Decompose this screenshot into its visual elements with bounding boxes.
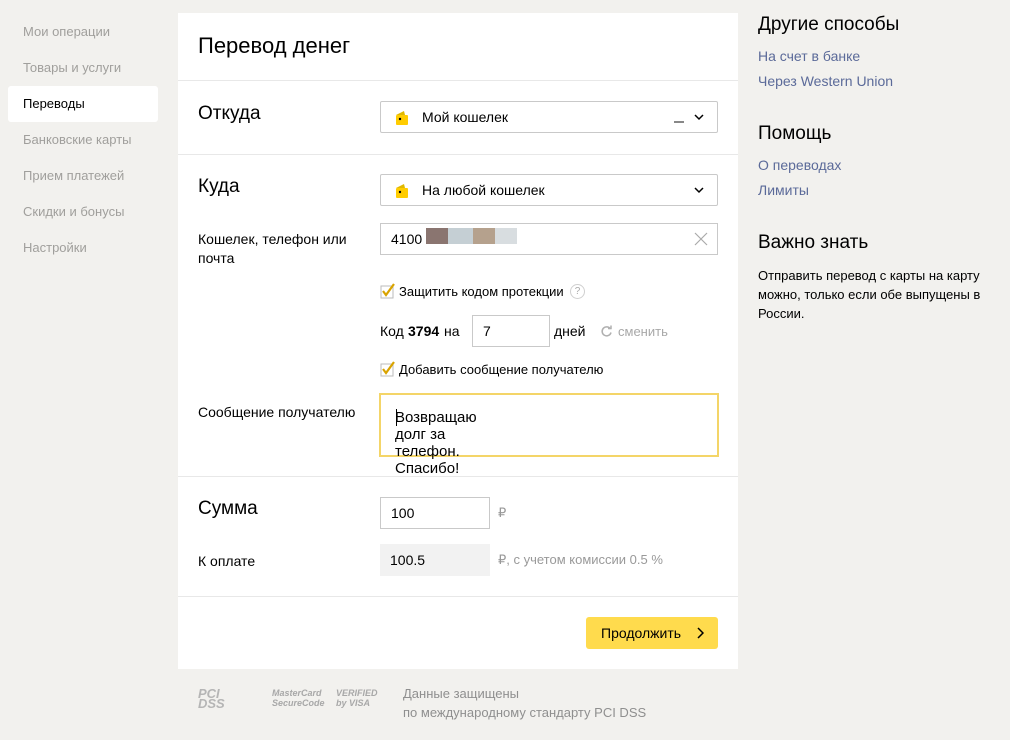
days-label: дней xyxy=(554,323,586,339)
from-label: Откуда xyxy=(198,103,261,124)
bank-account-link[interactable]: На счет в банке xyxy=(758,48,860,64)
limits-link[interactable]: Лимиты xyxy=(758,182,809,198)
sum-input[interactable]: 100 xyxy=(380,497,490,529)
recipient-input-value: 4100 xyxy=(391,231,423,247)
sum-label: Сумма xyxy=(198,498,258,519)
from-select-value: Мой кошелек xyxy=(422,109,509,125)
wallet-icon xyxy=(396,111,408,125)
code-on-text: на xyxy=(444,323,460,339)
clear-icon[interactable] xyxy=(693,231,709,247)
add-message-checkbox-row[interactable]: Добавить сообщение получателю xyxy=(380,361,620,379)
chevron-down-icon xyxy=(694,114,704,121)
verified-by-visa-logo: VERIFIED by VISA xyxy=(336,688,378,708)
protect-label: Защитить кодом протекции xyxy=(399,284,564,299)
days-input-value: 7 xyxy=(483,323,491,339)
sum-input-value: 100 xyxy=(391,505,415,521)
sidebar-nav: Мои операции Товары и услуги Переводы Ба… xyxy=(8,14,158,266)
divider xyxy=(178,476,738,477)
change-code-link[interactable]: сменить xyxy=(618,324,668,339)
checkbox-checked-icon[interactable] xyxy=(380,361,396,377)
wallet-icon xyxy=(396,184,408,198)
redacted-block xyxy=(495,228,517,244)
redacted-block xyxy=(448,228,473,244)
divider xyxy=(178,596,738,597)
page-title: Перевод денег xyxy=(198,33,351,58)
chevron-down-icon xyxy=(694,187,704,194)
chevron-right-icon xyxy=(697,627,704,639)
code-prefix: Код xyxy=(380,323,404,339)
protection-code: 3794 xyxy=(408,323,440,339)
help-icon[interactable]: ? xyxy=(570,284,585,299)
divider xyxy=(178,80,738,81)
sidebar-item-bank-cards[interactable]: Банковские карты xyxy=(8,122,158,158)
help-title: Помощь xyxy=(758,123,832,144)
currency-symbol: ₽ xyxy=(498,505,507,520)
dash-mark xyxy=(674,121,684,123)
sidebar-item-transfers[interactable]: Переводы xyxy=(8,86,158,122)
message-label: Сообщение получателю xyxy=(198,404,356,420)
security-note-line2: по международному стандарту PCI DSS xyxy=(403,705,647,720)
text-caret xyxy=(396,409,397,426)
sidebar-item-payments[interactable]: Прием платежей xyxy=(8,158,158,194)
add-message-label: Добавить сообщение получателю xyxy=(399,362,604,377)
mastercard-securecode-logo: MasterCard SecureCode xyxy=(272,688,325,708)
from-select[interactable]: Мой кошелек xyxy=(380,101,718,133)
to-label: Куда xyxy=(198,176,240,197)
sidebar-item-settings[interactable]: Настройки xyxy=(8,230,158,266)
refresh-icon[interactable] xyxy=(600,325,613,338)
message-textarea[interactable]: Возвращаю долг за телефон. Спасибо! xyxy=(379,393,719,477)
commission-text: ₽, с учетом комиссии 0.5 % xyxy=(498,552,663,567)
message-text: Возвращаю долг за телефон. Спасибо! xyxy=(395,409,477,477)
about-transfers-link[interactable]: О переводах xyxy=(758,157,841,173)
redacted-block xyxy=(473,228,495,244)
pay-label: К оплате xyxy=(198,553,256,569)
western-union-link[interactable]: Через Western Union xyxy=(758,73,893,89)
redacted-block xyxy=(426,228,448,244)
protection-code-row: Код 3794 на 7 дней сменить xyxy=(380,315,720,347)
to-select[interactable]: На любой кошелек xyxy=(380,174,718,206)
days-input[interactable]: 7 xyxy=(472,315,550,347)
important-text: Отправить перевод с карты на карту можно… xyxy=(758,268,981,321)
checkbox-checked-icon[interactable] xyxy=(380,283,396,299)
pay-amount-value: 100.5 xyxy=(390,552,426,568)
recipient-input[interactable]: 4100 xyxy=(380,223,718,255)
continue-button[interactable]: Продолжить xyxy=(586,617,718,649)
protect-checkbox-row[interactable]: Защитить кодом протекции ? xyxy=(380,283,600,301)
sidebar-item-discounts[interactable]: Скидки и бонусы xyxy=(8,194,158,230)
sidebar-item-goods[interactable]: Товары и услуги xyxy=(8,50,158,86)
recipient-label: Кошелек, телефон или почта xyxy=(198,231,347,266)
security-note-line1: Данные защищены xyxy=(403,686,520,701)
other-methods-title: Другие способы xyxy=(758,14,900,35)
divider xyxy=(178,154,738,155)
continue-button-label: Продолжить xyxy=(601,625,682,641)
pci-dss-logo: PCI DSS xyxy=(198,686,225,711)
sidebar-item-operations[interactable]: Мои операции xyxy=(8,14,158,50)
security-note: Данные защищены по международному станда… xyxy=(403,684,646,722)
to-select-value: На любой кошелек xyxy=(422,182,545,198)
pay-amount: 100.5 xyxy=(380,544,490,576)
transfer-form-card: Перевод денег Откуда Мой кошелек Куда На… xyxy=(178,13,738,669)
important-title: Важно знать xyxy=(758,232,869,253)
